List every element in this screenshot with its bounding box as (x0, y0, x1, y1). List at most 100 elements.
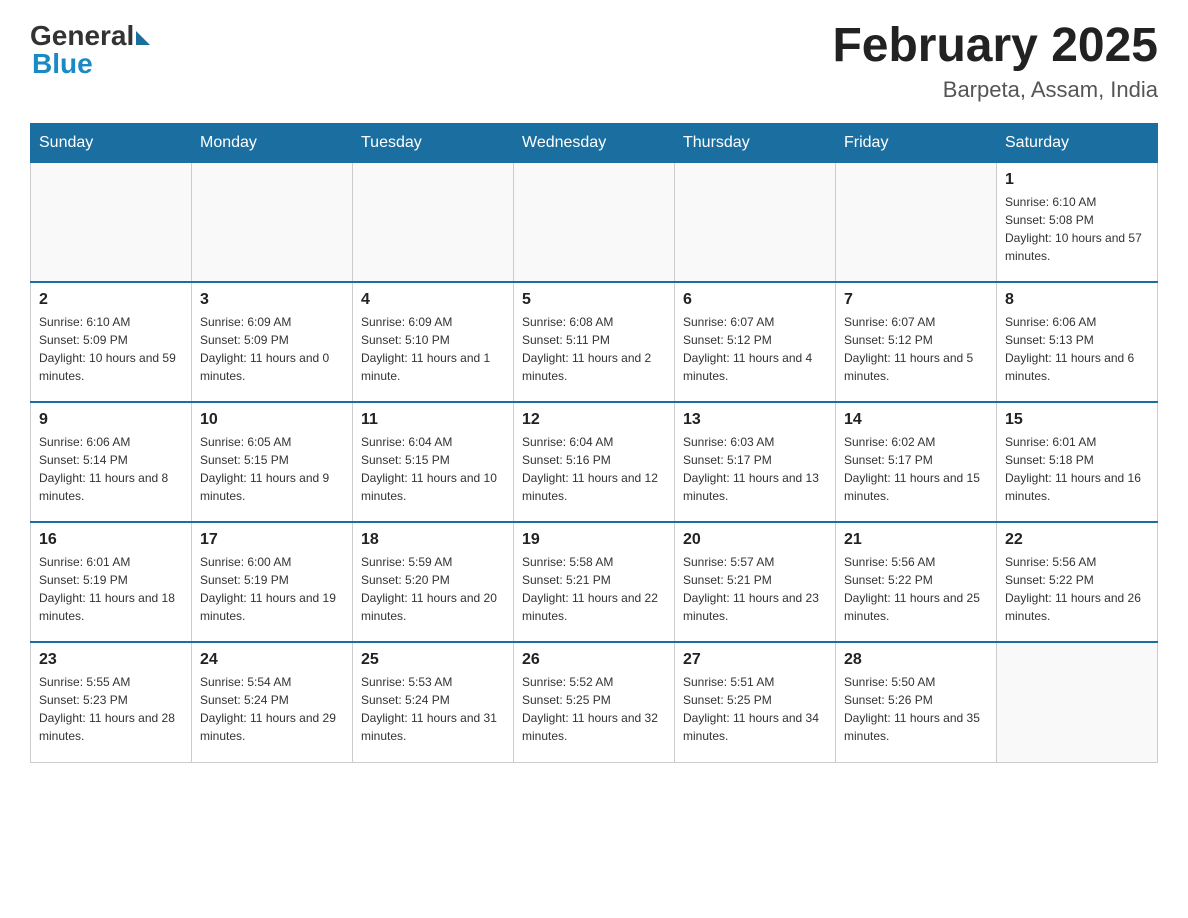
day-number: 23 (39, 651, 183, 669)
column-header-monday: Monday (192, 123, 353, 162)
calendar-cell: 16Sunrise: 6:01 AMSunset: 5:19 PMDayligh… (31, 522, 192, 642)
title-area: February 2025 Barpeta, Assam, India (832, 20, 1158, 103)
day-number: 26 (522, 651, 666, 669)
day-info: Sunrise: 5:55 AMSunset: 5:23 PMDaylight:… (39, 673, 183, 745)
day-number: 8 (1005, 291, 1149, 309)
calendar-cell (997, 642, 1158, 762)
calendar-cell: 18 Sunrise: 5:59 AMSunset: 5:20 PMDayligh… (353, 522, 514, 642)
day-number: 15 (1005, 411, 1149, 429)
calendar-cell: 2 Sunrise: 6:10 AMSunset: 5:09 PMDaylight… (31, 282, 192, 402)
calendar-cell: 21 Sunrise: 5:56 AMSunset: 5:22 PMDayligh… (836, 522, 997, 642)
calendar-cell: 26Sunrise: 5:52 AMSunset: 5:25 PMDayligh… (514, 642, 675, 762)
calendar-cell: 3 Sunrise: 6:09 AMSunset: 5:09 PMDaylight… (192, 282, 353, 402)
day-number: 2 (39, 291, 183, 309)
column-header-wednesday: Wednesday (514, 123, 675, 162)
day-number: 28 (844, 651, 988, 669)
day-number: 24 (200, 651, 344, 669)
calendar-cell: 25 Sunrise: 5:53 AMSunset: 5:24 PMDayligh… (353, 642, 514, 762)
day-info: Sunrise: 6:09 AMSunset: 5:10 PMDaylight:… (361, 313, 505, 385)
calendar-cell: 5 Sunrise: 6:08 AMSunset: 5:11 PMDaylight… (514, 282, 675, 402)
logo-arrow-icon (136, 31, 150, 45)
day-info: Sunrise: 5:54 AMSunset: 5:24 PMDaylight:… (200, 673, 344, 745)
day-number: 22 (1005, 531, 1149, 549)
column-header-thursday: Thursday (675, 123, 836, 162)
calendar-cell: 4 Sunrise: 6:09 AMSunset: 5:10 PMDaylight… (353, 282, 514, 402)
column-header-tuesday: Tuesday (353, 123, 514, 162)
calendar-cell: 15 Sunrise: 6:01 AMSunset: 5:18 PMDayligh… (997, 402, 1158, 522)
day-number: 4 (361, 291, 505, 309)
location-title: Barpeta, Assam, India (832, 77, 1158, 103)
calendar-table: SundayMondayTuesdayWednesdayThursdayFrid… (30, 123, 1158, 763)
day-info: Sunrise: 5:51 AMSunset: 5:25 PMDaylight:… (683, 673, 827, 745)
day-info: Sunrise: 6:07 AMSunset: 5:12 PMDaylight:… (683, 313, 827, 385)
day-number: 12 (522, 411, 666, 429)
day-info: Sunrise: 6:00 AMSunset: 5:19 PMDaylight:… (200, 553, 344, 625)
day-info: Sunrise: 6:04 AMSunset: 5:15 PMDaylight:… (361, 433, 505, 505)
day-info: Sunrise: 6:07 AMSunset: 5:12 PMDaylight:… (844, 313, 988, 385)
calendar-week-row: 9 Sunrise: 6:06 AMSunset: 5:14 PMDaylight… (31, 402, 1158, 522)
day-number: 21 (844, 531, 988, 549)
calendar-cell: 12Sunrise: 6:04 AMSunset: 5:16 PMDayligh… (514, 402, 675, 522)
calendar-week-row: 1 Sunrise: 6:10 AMSunset: 5:08 PMDaylight… (31, 162, 1158, 282)
day-number: 20 (683, 531, 827, 549)
column-header-friday: Friday (836, 123, 997, 162)
day-number: 9 (39, 411, 183, 429)
calendar-header-row: SundayMondayTuesdayWednesdayThursdayFrid… (31, 123, 1158, 162)
calendar-week-row: 23 Sunrise: 5:55 AMSunset: 5:23 PMDayligh… (31, 642, 1158, 762)
day-number: 6 (683, 291, 827, 309)
day-info: Sunrise: 6:01 AMSunset: 5:18 PMDaylight:… (1005, 433, 1149, 505)
day-info: Sunrise: 6:02 AMSunset: 5:17 PMDaylight:… (844, 433, 988, 505)
day-info: Sunrise: 5:50 AMSunset: 5:26 PMDaylight:… (844, 673, 988, 745)
calendar-cell: 24 Sunrise: 5:54 AMSunset: 5:24 PMDayligh… (192, 642, 353, 762)
day-info: Sunrise: 6:05 AMSunset: 5:15 PMDaylight:… (200, 433, 344, 505)
day-number: 16 (39, 531, 183, 549)
calendar-cell (31, 162, 192, 282)
day-info: Sunrise: 5:58 AMSunset: 5:21 PMDaylight:… (522, 553, 666, 625)
day-number: 19 (522, 531, 666, 549)
calendar-cell (514, 162, 675, 282)
day-info: Sunrise: 5:56 AMSunset: 5:22 PMDaylight:… (844, 553, 988, 625)
day-info: Sunrise: 6:06 AMSunset: 5:13 PMDaylight:… (1005, 313, 1149, 385)
calendar-cell (675, 162, 836, 282)
day-info: Sunrise: 6:10 AMSunset: 5:09 PMDaylight:… (39, 313, 183, 385)
day-info: Sunrise: 6:03 AMSunset: 5:17 PMDaylight:… (683, 433, 827, 505)
day-number: 25 (361, 651, 505, 669)
calendar-cell: 14 Sunrise: 6:02 AMSunset: 5:17 PMDayligh… (836, 402, 997, 522)
day-info: Sunrise: 5:53 AMSunset: 5:24 PMDaylight:… (361, 673, 505, 745)
day-number: 1 (1005, 171, 1149, 189)
day-number: 7 (844, 291, 988, 309)
calendar-cell: 8 Sunrise: 6:06 AMSunset: 5:13 PMDaylight… (997, 282, 1158, 402)
day-number: 10 (200, 411, 344, 429)
calendar-cell: 13 Sunrise: 6:03 AMSunset: 5:17 PMDayligh… (675, 402, 836, 522)
calendar-cell (353, 162, 514, 282)
day-info: Sunrise: 6:10 AMSunset: 5:08 PMDaylight:… (1005, 193, 1149, 265)
day-info: Sunrise: 5:56 AMSunset: 5:22 PMDaylight:… (1005, 553, 1149, 625)
day-number: 3 (200, 291, 344, 309)
day-info: Sunrise: 6:09 AMSunset: 5:09 PMDaylight:… (200, 313, 344, 385)
day-number: 13 (683, 411, 827, 429)
day-number: 11 (361, 411, 505, 429)
calendar-week-row: 2 Sunrise: 6:10 AMSunset: 5:09 PMDaylight… (31, 282, 1158, 402)
day-number: 14 (844, 411, 988, 429)
calendar-cell (836, 162, 997, 282)
day-info: Sunrise: 6:08 AMSunset: 5:11 PMDaylight:… (522, 313, 666, 385)
calendar-cell: 23 Sunrise: 5:55 AMSunset: 5:23 PMDayligh… (31, 642, 192, 762)
calendar-cell: 11 Sunrise: 6:04 AMSunset: 5:15 PMDayligh… (353, 402, 514, 522)
calendar-cell: 9 Sunrise: 6:06 AMSunset: 5:14 PMDaylight… (31, 402, 192, 522)
calendar-week-row: 16Sunrise: 6:01 AMSunset: 5:19 PMDayligh… (31, 522, 1158, 642)
logo: General Blue (30, 20, 150, 80)
calendar-cell: 10 Sunrise: 6:05 AMSunset: 5:15 PMDayligh… (192, 402, 353, 522)
calendar-cell: 22 Sunrise: 5:56 AMSunset: 5:22 PMDayligh… (997, 522, 1158, 642)
day-number: 18 (361, 531, 505, 549)
day-info: Sunrise: 6:06 AMSunset: 5:14 PMDaylight:… (39, 433, 183, 505)
calendar-cell: 1 Sunrise: 6:10 AMSunset: 5:08 PMDaylight… (997, 162, 1158, 282)
page-header: General Blue February 2025 Barpeta, Assa… (30, 20, 1158, 103)
column-header-saturday: Saturday (997, 123, 1158, 162)
month-title: February 2025 (832, 20, 1158, 73)
day-number: 5 (522, 291, 666, 309)
calendar-cell (192, 162, 353, 282)
column-header-sunday: Sunday (31, 123, 192, 162)
calendar-cell: 6 Sunrise: 6:07 AMSunset: 5:12 PMDaylight… (675, 282, 836, 402)
day-info: Sunrise: 5:59 AMSunset: 5:20 PMDaylight:… (361, 553, 505, 625)
calendar-cell: 20Sunrise: 5:57 AMSunset: 5:21 PMDayligh… (675, 522, 836, 642)
